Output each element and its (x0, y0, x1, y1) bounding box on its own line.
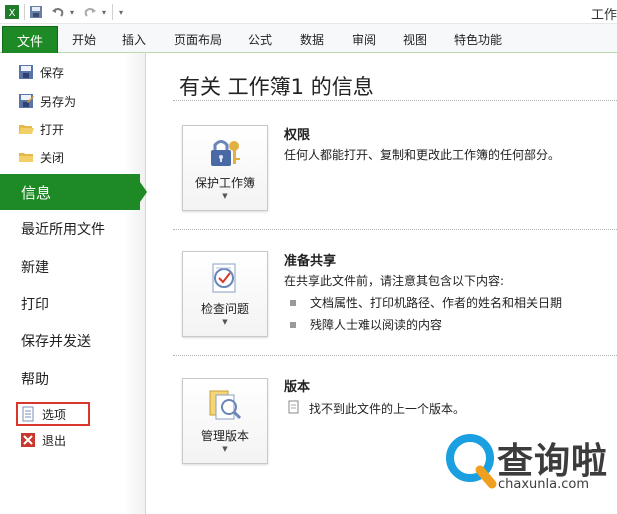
versions-title: 版本 (284, 380, 311, 395)
versions-row: 找不到此文件的上一个版本。 (287, 400, 465, 417)
tab-special[interactable]: 特色功能 (454, 31, 502, 48)
watermark-url: chaxunla.com (498, 477, 589, 492)
permissions-title: 权限 (284, 128, 311, 143)
toolbar-separator (24, 4, 25, 20)
check-issues-button[interactable]: 检查问题 ▼ (182, 251, 268, 337)
ribbon-tabs: 文件 开始 插入 页面布局 公式 数据 审阅 视图 特色功能 (0, 24, 617, 53)
chevron-down-icon: ▼ (222, 445, 228, 453)
nav-close-label: 关闭 (40, 150, 65, 165)
save-icon (18, 64, 34, 80)
divider (173, 355, 617, 356)
options-highlight-box (16, 402, 90, 426)
toolbar-separator (112, 4, 113, 20)
nav-open[interactable]: 打开 (18, 118, 64, 140)
watermark: 查询啦 chaxunla.com (440, 428, 617, 514)
nav-recent[interactable]: 最近所用文件 (21, 219, 105, 239)
list-item: 残障人士难以阅读的内容 (290, 316, 442, 333)
selected-arrow (140, 182, 147, 202)
redo-icon[interactable] (82, 3, 98, 21)
nav-info[interactable]: 信息 (0, 174, 140, 210)
prepare-text: 在共享此文件前，请注意其包含以下内容: (284, 274, 505, 288)
nav-exit[interactable]: 退出 (20, 429, 66, 451)
tab-page-layout[interactable]: 页面布局 (174, 31, 222, 48)
excel-app-icon[interactable]: X (3, 3, 21, 21)
undo-dropdown-icon[interactable]: ▾ (68, 3, 76, 21)
inspect-document-icon (207, 260, 243, 296)
nav-save-as[interactable]: 另存为 (18, 90, 76, 112)
chevron-down-icon: ▼ (222, 318, 228, 326)
tab-file[interactable]: 文件 (2, 26, 58, 53)
prepare-title: 准备共享 (284, 254, 337, 269)
nav-new[interactable]: 新建 (21, 257, 49, 277)
permissions-text: 任何人都能打开、复制和更改此工作簿的任何部分。 (284, 148, 561, 162)
redo-dropdown-icon[interactable]: ▾ (100, 3, 108, 21)
nav-close[interactable]: 关闭 (18, 146, 64, 168)
nav-print[interactable]: 打印 (21, 294, 49, 314)
versions-text: 找不到此文件的上一个版本。 (309, 402, 466, 416)
protect-workbook-label: 保护工作簿 (194, 176, 255, 190)
manage-versions-icon (207, 387, 243, 423)
open-folder-icon (18, 121, 34, 137)
exit-icon (20, 432, 36, 448)
tab-insert[interactable]: 插入 (122, 31, 146, 48)
list-item: 文档属性、打印机路径、作者的姓名和相关日期 (290, 294, 562, 311)
window-title: 工作 (590, 8, 617, 23)
nav-save[interactable]: 保存 (18, 61, 64, 83)
watermark-logo-icon (446, 434, 497, 489)
list-item-text: 文档属性、打印机路径、作者的姓名和相关日期 (310, 296, 563, 310)
version-document-icon (287, 400, 301, 417)
divider (173, 100, 617, 101)
nav-save-send[interactable]: 保存并发送 (21, 331, 91, 351)
page-title: 有关 工作簿1 的信息 (179, 75, 374, 99)
tab-view[interactable]: 视图 (403, 31, 427, 48)
undo-icon[interactable] (50, 3, 66, 21)
save-as-icon (18, 93, 34, 109)
tab-data[interactable]: 数据 (300, 31, 324, 48)
save-icon[interactable] (28, 3, 44, 21)
check-issues-label: 检查问题 (200, 302, 249, 316)
tab-review[interactable]: 审阅 (352, 31, 376, 48)
bullet-icon (290, 321, 296, 328)
nav-help[interactable]: 帮助 (21, 369, 49, 389)
nav-save-label: 保存 (40, 65, 65, 80)
nav-exit-label: 退出 (42, 433, 67, 448)
lock-key-icon (207, 134, 243, 170)
nav-save-as-label: 另存为 (40, 94, 77, 109)
protect-workbook-button[interactable]: 保护工作簿 ▼ (182, 125, 268, 211)
tab-formulas[interactable]: 公式 (248, 31, 272, 48)
customize-icon[interactable]: ▾ (116, 3, 126, 21)
tab-home[interactable]: 开始 (72, 31, 96, 48)
manage-versions-label: 管理版本 (200, 429, 249, 443)
manage-versions-button[interactable]: 管理版本 ▼ (182, 378, 268, 464)
list-item-text: 残障人士难以阅读的内容 (310, 318, 443, 332)
svg-text:X: X (9, 8, 16, 19)
close-folder-icon (18, 149, 34, 165)
nav-open-label: 打开 (40, 122, 65, 137)
chevron-down-icon: ▼ (222, 192, 228, 200)
bullet-icon (290, 299, 296, 306)
quick-access-toolbar: X ▾ ▾ ▾ 工作 (0, 0, 617, 24)
divider (173, 229, 617, 230)
